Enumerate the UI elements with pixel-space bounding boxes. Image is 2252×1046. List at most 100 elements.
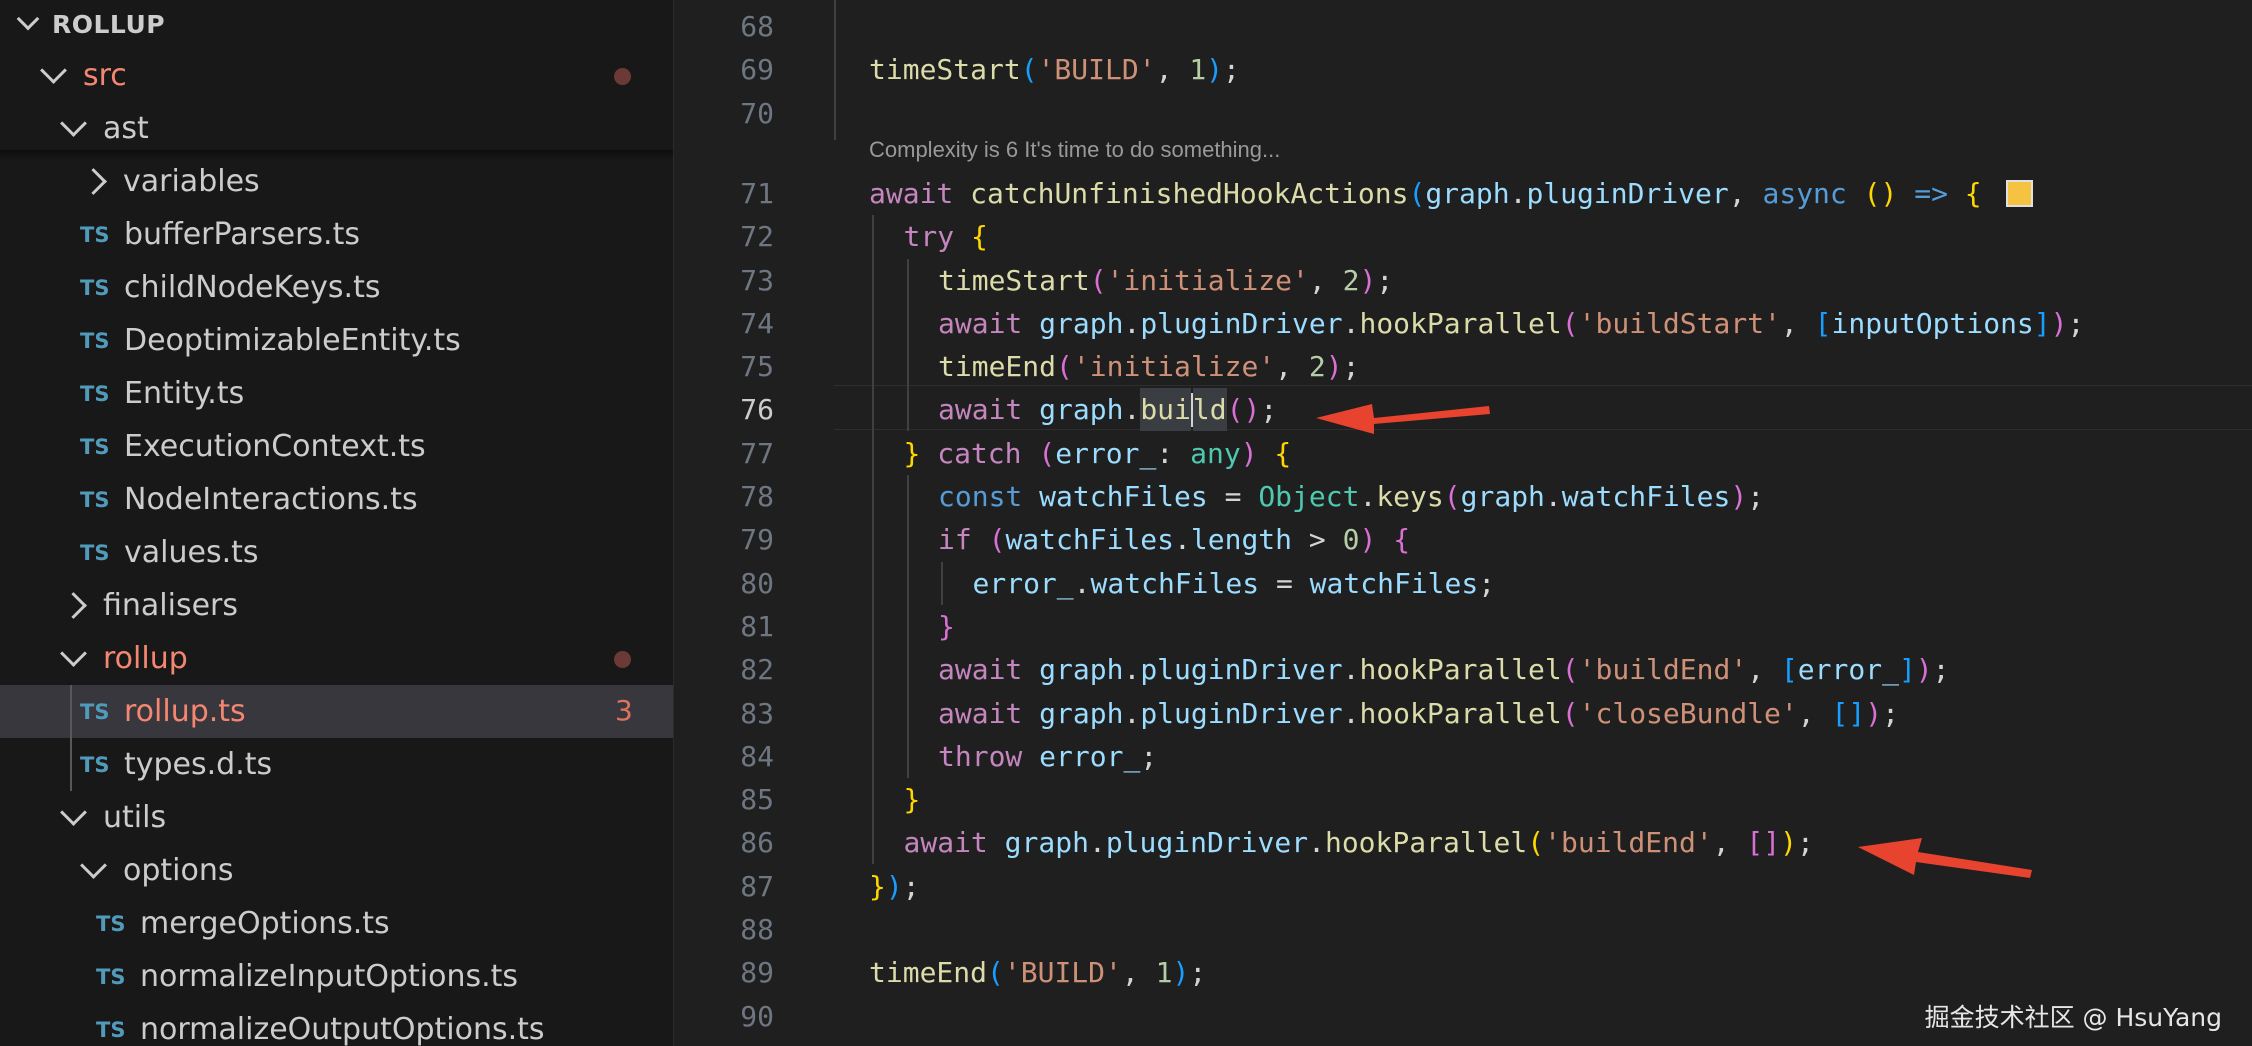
chevron-down-icon [60,799,87,826]
code-token: await [903,826,1005,860]
code-token: ld [1192,388,1227,432]
tree-file[interactable]: TS normalizeInputOptions.ts [0,950,673,1003]
line-number: 80 [740,566,774,600]
explorer-sidebar: src ast variables TS bufferParsers.ts TS child… [0,0,674,1046]
code-token: 'buildStart' [1578,306,1781,340]
code-token: [] [1746,826,1781,860]
code-token: ; [1932,653,1950,687]
line-number: 84 [740,739,774,773]
tree-file[interactable]: TS types.d.ts [0,738,673,791]
code-line[interactable]: await graph. pluginDriver. hookParallel('c… [938,692,1899,735]
tree-file[interactable]: TS NodeInteractions.ts [0,473,673,526]
tree-file[interactable]: TS childNodeKeys.ts [0,261,673,314]
code-line[interactable]: } catch (error_: any) { [904,432,1292,475]
code-token: ) [1865,696,1883,730]
code-token: () [1863,176,1915,210]
code-token: ) [1240,436,1275,470]
tree-file[interactable]: TS rollup.ts 3 [0,685,673,738]
code-line[interactable]: error_. watchFiles = watchFiles; [973,562,1496,605]
code-line[interactable]: timeStart('BUILD', 1); [869,48,1240,91]
code-token: catchUnfinishedHookActions [970,176,1409,210]
code-line[interactable]: timeEnd('BUILD', 1); [869,951,1206,994]
tree-folder[interactable]: src [0,49,673,102]
tree-folder[interactable]: rollup [0,632,673,685]
code-token: keys [1376,480,1444,513]
tree-item-label: ast [103,111,149,146]
line-number: 75 [740,350,774,384]
code-line[interactable]: await catchUnfinishedHookActions(graph. p… [869,172,2033,215]
code-token: , [1797,696,1832,730]
code-line[interactable]: if (watchFiles. length > 0) { [938,518,1410,561]
tree-folder[interactable]: variables [0,155,673,208]
code-line[interactable]: await graph. pluginDriver. hookParallel('b… [938,302,2084,345]
code-line[interactable]: timeEnd('initialize', 2); [938,345,1359,388]
line-number: 78 [740,480,774,513]
code-token: 'closeBundle' [1578,696,1798,730]
code-token: ; [1342,350,1360,384]
code-token: . [1088,826,1106,860]
code-line[interactable]: } [904,778,921,821]
code-token: . [1342,696,1360,730]
line-number: 69 [740,53,774,87]
tree-item-label: rollup [103,641,188,676]
tree-item-label: ExecutionContext.ts [124,429,426,464]
watermark: 掘金技术社区 @ HsuYang [1924,1003,2222,1032]
code-line[interactable]: }); [869,865,920,908]
code-line[interactable]: timeStart('initialize', 2); [938,259,1393,302]
code-token: watchFiles [1090,566,1260,600]
tree-file[interactable]: TS values.ts [0,526,673,579]
line-number: 76 [740,393,774,427]
tree-file[interactable]: TS DeoptimizableEntity.ts [0,314,673,367]
code-token: timeStart [938,263,1090,297]
tree-folder[interactable]: finalisers [0,579,673,632]
tree-file[interactable]: TS normalizeOutputOptions.ts [0,1003,673,1046]
code-token: Object [1258,480,1360,513]
code-token: ; [1882,696,1899,730]
code-token: . [1509,176,1527,210]
tree-file[interactable]: TS Entity.ts [0,367,673,420]
code-token: . [1123,653,1141,687]
tree-item-label: DeoptimizableEntity.ts [124,323,461,358]
code-token: await [869,176,971,210]
code-token: ( [1226,393,1244,427]
code-token: ; [1260,393,1278,427]
tree-item-label: NodeInteractions.ts [124,482,418,517]
line-number: 82 [740,653,774,687]
modified-dot-icon [614,68,631,85]
code-token: ( [1038,436,1056,470]
tree-item-label: variables [123,164,260,199]
code-line[interactable]: await graph. bui ld(); [938,388,1278,432]
line-number: 72 [740,220,774,254]
typescript-file-icon: TS [80,222,110,247]
indent-guide [907,475,909,778]
codelens-complexity[interactable]: Complexity is 6 It's time to do somethin… [869,137,1280,163]
code-token: timeEnd [869,956,988,990]
typescript-file-icon: TS [96,964,126,989]
code-token: , [1275,350,1309,384]
code-token: 1 [1189,53,1207,87]
code-line[interactable]: await graph. pluginDriver. hookParallel('b… [938,648,1950,691]
code-line[interactable]: throw error_; [938,735,1157,778]
code-token: ) [1730,480,1748,513]
code-token: . [1123,696,1141,730]
color-swatch-icon[interactable] [2005,179,2033,207]
code-editor[interactable]: 68 69 70 71 72 73 74 75 76 77 78 79 80 81 82 83 84 85 86 87… [674,0,2252,1046]
code-token: } [869,869,886,903]
tree-file[interactable]: TS ExecutionContext.ts [0,420,673,473]
code-line[interactable]: const watchFiles = Object. keys(graph. wat… [938,475,1764,518]
tree-folder[interactable]: ast [0,102,673,155]
tree-folder[interactable]: options [0,844,673,897]
code-line[interactable]: try { [904,215,988,258]
tree-file[interactable]: TS mergeOptions.ts [0,897,673,950]
line-number: 83 [740,696,774,730]
section-title: ROLLUP [52,9,166,39]
tree-file[interactable]: TS bufferParsers.ts [0,208,673,261]
explorer-section-header[interactable]: ROLLUP [0,0,673,48]
code-token: ( [1408,176,1426,210]
tree-folder[interactable]: utils [0,791,673,844]
code-line[interactable]: await graph. pluginDriver. hookParallel('b… [904,821,1814,864]
code-token: async [1762,176,1864,210]
code-token: const [938,480,1040,513]
code-line[interactable]: } [938,605,955,648]
tree-item-label: rollup.ts [124,694,246,729]
